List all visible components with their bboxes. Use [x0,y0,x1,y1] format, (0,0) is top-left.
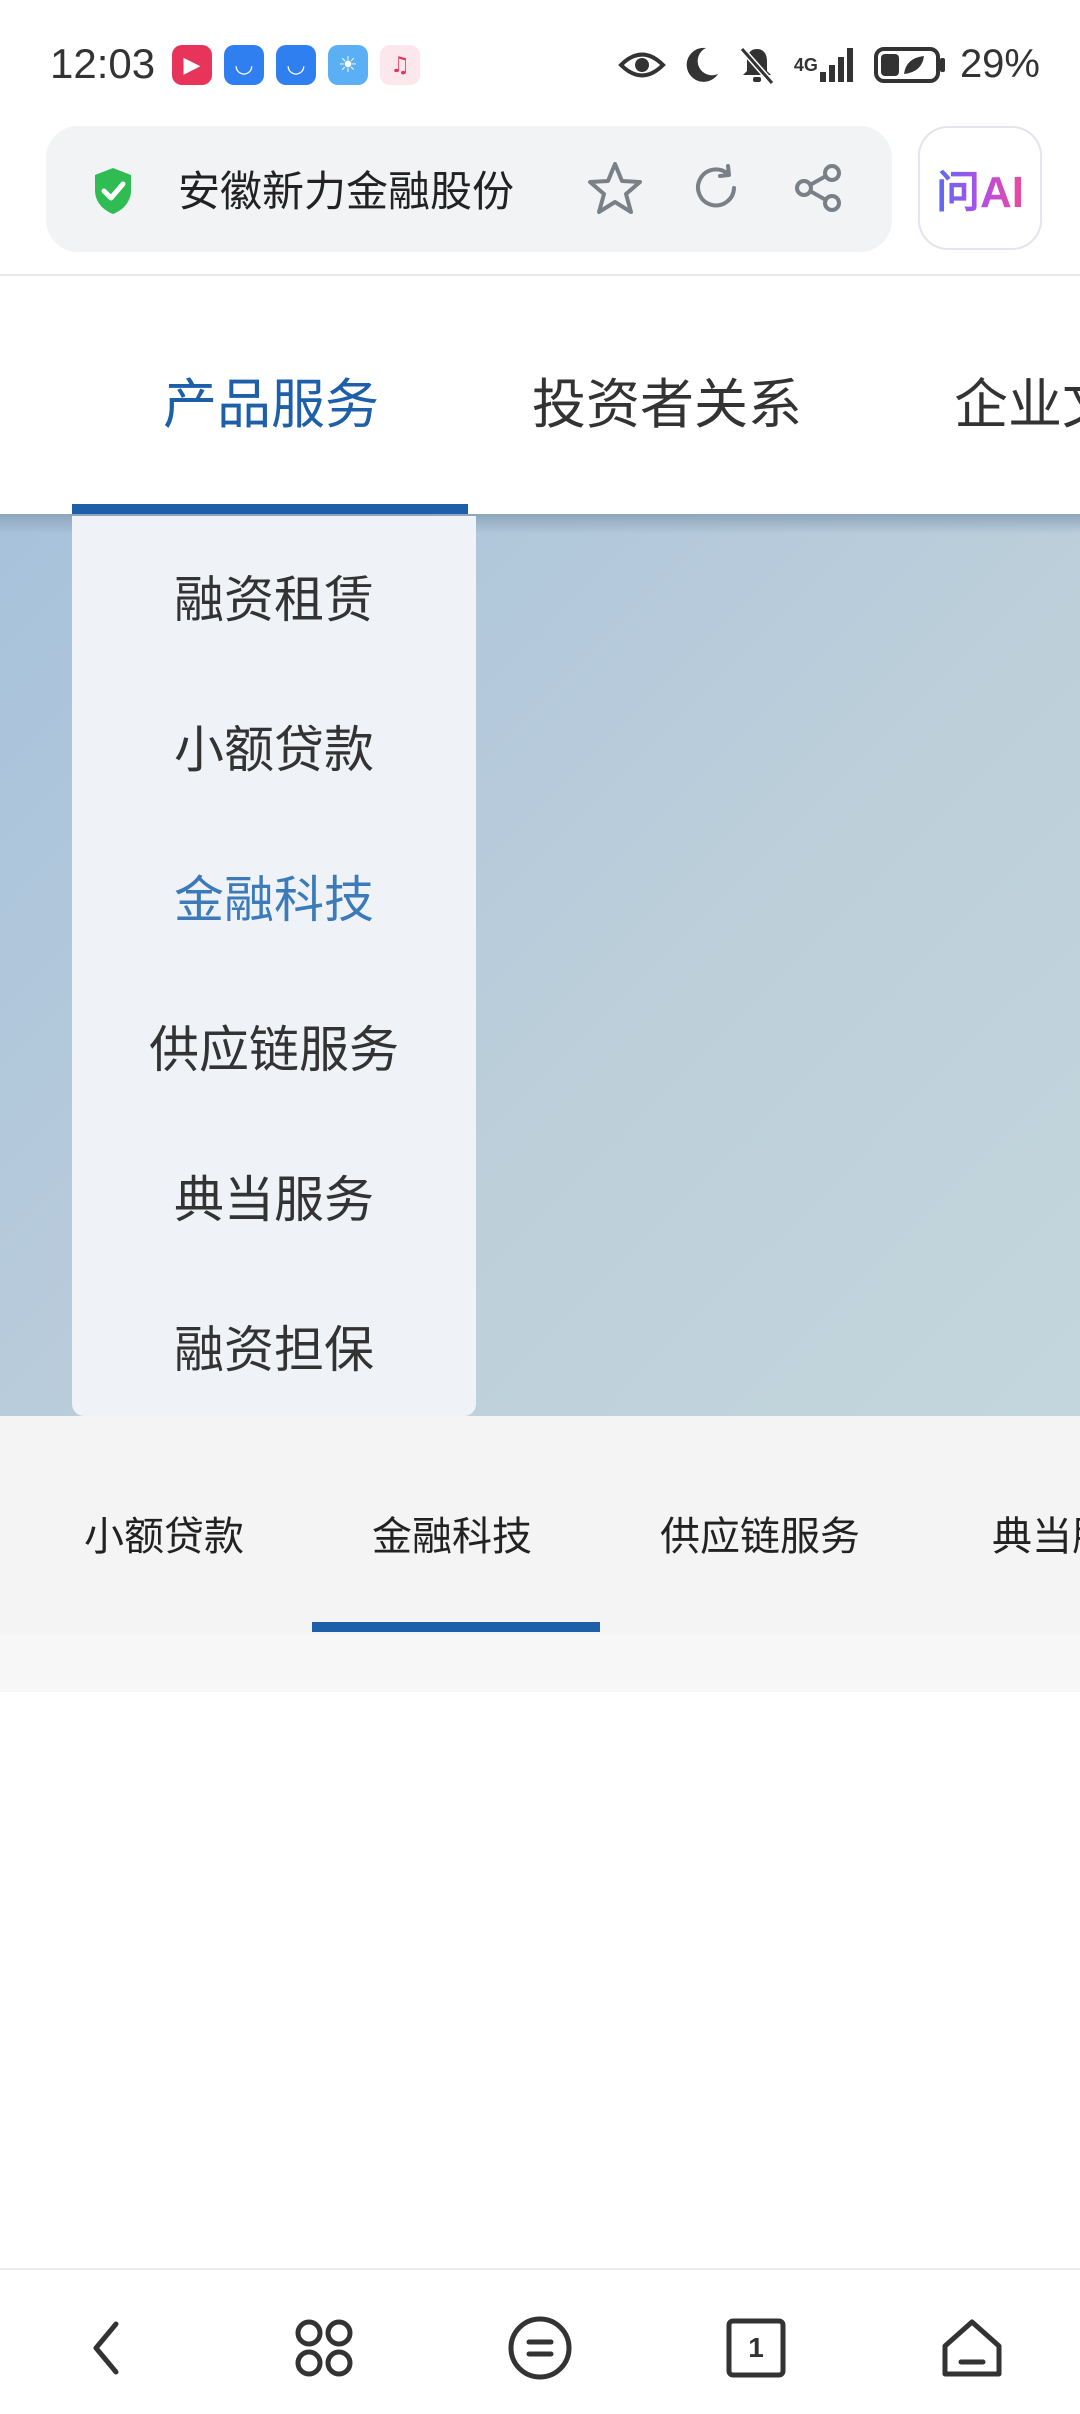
subtab-active-indicator [312,1622,600,1632]
subtab-fintech[interactable]: 金融科技 [372,1504,532,1562]
browser-bottom-nav: 1 [0,2268,1080,2414]
nav-item-corporate[interactable]: 企业文 [954,360,1080,439]
video-app-icon: ▶ [172,45,212,85]
dropdown-item-financing-guarantee[interactable]: 融资担保 [72,1310,476,1382]
status-time: 12:03 [50,40,156,87]
subtab-supply-chain[interactable]: 供应链服务 [660,1504,860,1562]
apps-icon[interactable] [286,2310,362,2386]
moon-icon [684,46,720,84]
menu-icon[interactable] [502,2310,578,2386]
nav-active-indicator [72,504,468,514]
back-icon[interactable] [68,2310,144,2386]
ask-ai-button[interactable]: 问AI [918,126,1042,250]
weather-icon: ☀ [328,45,368,85]
signal-4g-icon: 4G [794,46,856,84]
honor-store-icon: ◡ [276,45,316,85]
home-icon[interactable] [934,2310,1010,2386]
music-icon: ♫ [380,45,420,85]
mute-bell-icon [738,45,776,85]
tab-count: 1 [748,2332,764,2363]
bookmark-star-icon[interactable] [586,160,644,222]
nav-item-products[interactable]: 产品服务 [163,360,379,439]
address-bar[interactable]: 安徽新力金融股份 [46,126,892,252]
tabs-icon[interactable]: 1 [718,2310,794,2386]
network-type: 4G [793,54,818,75]
subtab-micro-loan[interactable]: 小额贷款 [84,1504,244,1562]
subtabs-footer-band [0,1634,1080,1692]
dropdown-item-fintech[interactable]: 金融科技 [72,860,476,932]
subtab-pawn[interactable]: 典当服 [992,1504,1080,1562]
battery-icon [873,46,948,84]
refresh-icon[interactable] [690,162,742,218]
nav-item-investor-relations[interactable]: 投资者关系 [532,360,802,439]
dropdown-item-micro-loan[interactable]: 小额贷款 [72,710,476,782]
dropdown-item-supply-chain[interactable]: 供应链服务 [72,1010,476,1082]
share-icon[interactable] [792,162,844,218]
products-dropdown-menu: 融资租赁 小额贷款 金融科技 供应链服务 典当服务 融资担保 [72,516,476,1416]
page-title[interactable]: 安徽新力金融股份 [178,158,514,219]
security-shield-icon[interactable] [92,166,134,220]
battery-percent: 29% [959,42,1040,86]
status-bar: 12:03 ▶ ◡ ◡ ☀ ♫ 4G 29% [0,0,1080,130]
dropdown-item-pawn-service[interactable]: 典当服务 [72,1160,476,1232]
eye-icon [618,48,666,82]
system-status-icons: 4G 29% [618,42,1040,87]
ask-ai-label: 问AI [936,156,1024,220]
dropdown-item-financial-leasing[interactable]: 融资租赁 [72,560,476,632]
site-nav: 产品服务 投资者关系 企业文 [0,276,1080,514]
notification-app-icons: ▶ ◡ ◡ ☀ ♫ [172,45,420,85]
sub-tabs: 小额贷款 金融科技 供应链服务 典当服 [0,1416,1080,1692]
honor-store-icon: ◡ [224,45,264,85]
